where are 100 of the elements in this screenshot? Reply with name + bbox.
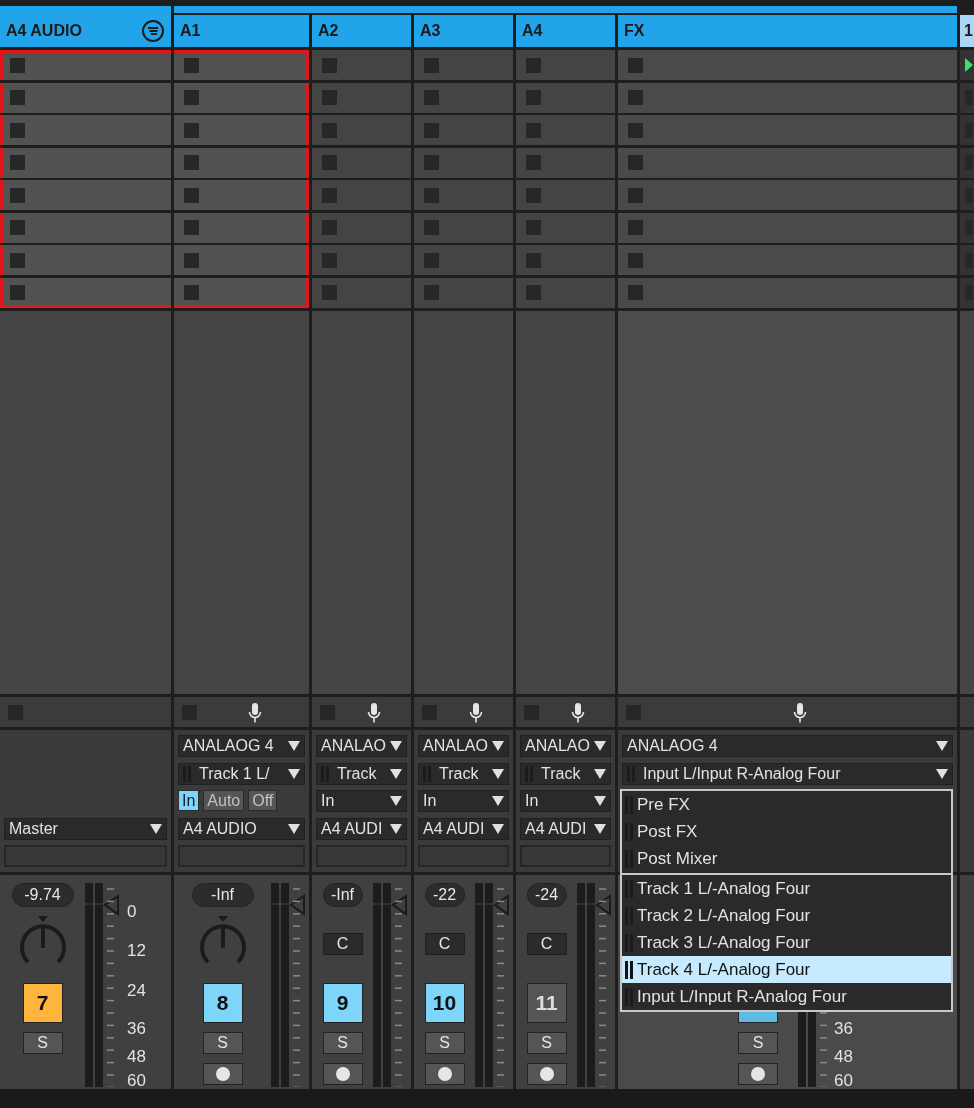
input-type-dropdown[interactable]: ANALAO [520, 735, 611, 757]
track-activator-button[interactable]: 7 [22, 983, 63, 1023]
arm-button[interactable] [526, 1063, 567, 1085]
stop-icon[interactable] [322, 220, 337, 235]
stop-icon[interactable] [628, 187, 643, 203]
monitor-option[interactable]: Off [248, 790, 278, 811]
clip-slot[interactable] [516, 245, 615, 275]
track-header[interactable]: A1 [174, 15, 309, 47]
clip-slot[interactable] [414, 277, 513, 308]
stop-icon[interactable] [184, 187, 199, 203]
clip-slot[interactable] [516, 115, 615, 145]
track-header[interactable]: A3 [414, 15, 513, 47]
clip-slot[interactable] [414, 245, 513, 275]
output-dropdown[interactable]: A4 AUDIO [178, 817, 305, 840]
clip-slot[interactable] [516, 147, 615, 178]
stop-icon[interactable] [424, 187, 439, 203]
stop-icon[interactable] [10, 57, 25, 73]
menu-item[interactable]: Pre FX [622, 791, 951, 818]
output-dropdown[interactable]: A4 AUDI [316, 817, 407, 840]
clip-slot[interactable] [0, 82, 171, 113]
volume-value[interactable]: -Inf [191, 883, 254, 907]
stop-icon[interactable] [322, 252, 337, 268]
stop-icon[interactable] [184, 155, 199, 170]
track-header[interactable]: A2 [312, 15, 411, 47]
track-activator-button[interactable]: 11 [526, 983, 567, 1023]
stop-icon[interactable] [424, 122, 439, 138]
stop-icon[interactable] [628, 57, 643, 73]
volume-value[interactable]: -9.74 [11, 883, 74, 907]
stop-icon[interactable] [184, 57, 199, 73]
clip-slot[interactable] [174, 82, 309, 113]
stop-icon[interactable] [628, 252, 643, 268]
clip-slot[interactable] [174, 245, 309, 275]
clip-slot[interactable] [312, 115, 411, 145]
clip-slot[interactable] [516, 82, 615, 113]
stop-icon[interactable] [10, 187, 25, 203]
stop-icon[interactable] [10, 90, 25, 105]
stop-icon[interactable] [322, 285, 337, 300]
clip-slot[interactable] [618, 147, 957, 178]
stop-icon[interactable] [322, 57, 337, 73]
stop-icon[interactable] [10, 122, 25, 138]
solo-button[interactable]: S [202, 1032, 243, 1054]
stop-icon[interactable] [322, 122, 337, 138]
stop-icon[interactable] [628, 155, 643, 170]
stop-icon[interactable] [628, 285, 643, 300]
clip-slot[interactable] [414, 147, 513, 178]
input-type-dropdown[interactable]: ANALAOG 4 [622, 735, 953, 757]
stop-icon[interactable] [424, 57, 439, 73]
output-dropdown[interactable]: Master [4, 817, 167, 840]
clip-slot[interactable] [414, 180, 513, 210]
clip-slot[interactable] [312, 82, 411, 113]
clip-slot[interactable] [414, 212, 513, 243]
arm-button[interactable] [322, 1063, 363, 1085]
solo-button[interactable]: S [322, 1032, 363, 1054]
volume-value[interactable]: -24 [526, 883, 567, 907]
stop-icon[interactable] [184, 285, 199, 300]
clip-slot[interactable] [618, 212, 957, 243]
clip-slot[interactable] [174, 50, 309, 80]
clip-slot[interactable] [174, 147, 309, 178]
pan-center-button[interactable]: C [526, 933, 567, 955]
clip-slot[interactable] [516, 277, 615, 308]
stop-icon[interactable] [184, 90, 199, 105]
menu-item[interactable]: Input L/Input R-Analog Four [622, 983, 951, 1010]
clip-slot[interactable] [312, 147, 411, 178]
stop-icon[interactable] [628, 90, 643, 105]
stop-icon[interactable] [10, 220, 25, 235]
clip-slot[interactable] [174, 212, 309, 243]
clip-slot[interactable] [618, 82, 957, 113]
clip-slot[interactable] [414, 82, 513, 113]
clip-slot[interactable] [618, 50, 957, 80]
menu-item[interactable]: Track 2 L/-Analog Four [622, 902, 951, 929]
input-channel-dropdown[interactable]: Track 1 L/ [178, 762, 305, 785]
clip-slot[interactable] [174, 115, 309, 145]
clip-slot[interactable] [174, 180, 309, 210]
clip-slot[interactable] [516, 212, 615, 243]
stop-icon[interactable] [526, 90, 541, 105]
clip-slot[interactable] [0, 245, 171, 275]
clip-slot[interactable] [0, 212, 171, 243]
stop-icon[interactable] [526, 285, 541, 300]
track-header[interactable]: FX [618, 15, 957, 47]
stop-icon[interactable] [628, 220, 643, 235]
stop-icon[interactable] [526, 122, 541, 138]
clip-slot[interactable] [618, 277, 957, 308]
menu-item[interactable]: Post Mixer [622, 845, 951, 872]
input-type-dropdown[interactable]: ANALAOG 4 [178, 735, 305, 757]
monitor-option[interactable]: Auto [203, 790, 245, 811]
monitor-option[interactable]: In [178, 790, 200, 811]
stop-icon[interactable] [10, 155, 25, 170]
arm-button[interactable] [202, 1063, 243, 1085]
menu-item[interactable]: Track 3 L/-Analog Four [622, 929, 951, 956]
clip-slot[interactable] [312, 277, 411, 308]
stop-icon[interactable] [322, 155, 337, 170]
menu-item[interactable]: Post FX [622, 818, 951, 845]
play-icon[interactable] [965, 58, 973, 72]
clip-slot[interactable] [618, 180, 957, 210]
monitor-dropdown[interactable]: In [316, 790, 407, 812]
input-type-dropdown[interactable]: ANALAO [316, 735, 407, 757]
stop-icon[interactable] [322, 90, 337, 105]
clip-slot[interactable] [618, 245, 957, 275]
solo-button[interactable]: S [424, 1032, 465, 1054]
stop-icon[interactable] [184, 122, 199, 138]
